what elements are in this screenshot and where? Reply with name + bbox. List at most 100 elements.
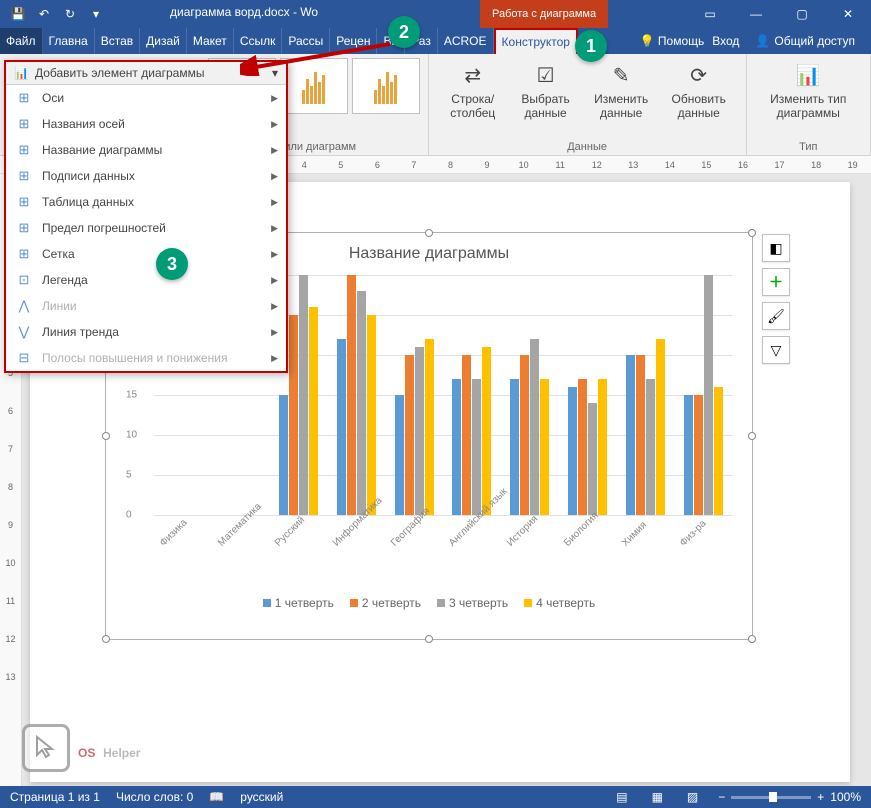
resize-handle[interactable] [425,635,433,643]
minimize-icon[interactable]: — [733,0,779,28]
menu-item-label: Названия осей [42,117,125,131]
chart-element-icon: 📊 [14,66,29,80]
chart-x-labels: ФизикаМатематикаРусскийИнформатикаГеогра… [154,521,732,552]
menu-item[interactable]: ⊡Легенда▶ [6,267,286,293]
submenu-arrow-icon: ▶ [271,275,278,286]
ribbon-group-data: ⇄Строка/ столбец ☑Выбрать данные ✎Измени… [429,54,747,155]
ribbon-tabs: Файл Главна Встав Дизай Макет Ссылк Расс… [0,28,871,54]
menu-item-label: Подписи данных [42,169,135,183]
annotation-arrow [240,36,400,76]
resize-handle[interactable] [102,635,110,643]
resize-handle[interactable] [102,432,110,440]
cursor-icon [22,724,70,772]
quick-access-toolbar: 💾 ↶ ↻ ▾ [0,4,106,24]
menu-item-icon: ⊞ [16,142,32,158]
menu-item-label: Название диаграммы [42,143,162,157]
menu-item-icon: ⊟ [16,350,32,366]
login-link[interactable]: Вход [712,34,739,48]
submenu-arrow-icon: ▶ [271,301,278,312]
tab-file[interactable]: Файл [0,28,43,54]
view-read-icon[interactable]: ▤ [612,790,631,804]
add-chart-element-label: Добавить элемент диаграммы [35,66,205,80]
undo-icon[interactable]: ↶ [34,4,54,24]
redo-icon[interactable]: ↻ [60,4,80,24]
resize-handle[interactable] [425,229,433,237]
titlebar: 💾 ↶ ↻ ▾ диаграмма ворд.docx - Wo Работа … [0,0,871,28]
tab-layout[interactable]: Макет [187,28,234,54]
tab-home[interactable]: Главна [43,28,95,54]
ribbon-options-icon[interactable]: ▭ [687,0,733,28]
submenu-arrow-icon: ▶ [271,197,278,208]
menu-item[interactable]: ⊞ Подписи данных ▶ [6,163,286,189]
menu-item[interactable]: ⊞Сетка▶ [6,241,286,267]
menu-item-icon: ⊞ [16,168,32,184]
resize-handle[interactable] [748,432,756,440]
share-button[interactable]: 👤 Общий доступ [747,34,863,48]
save-icon[interactable]: 💾 [8,4,28,24]
zoom-out-icon[interactable]: − [718,790,725,804]
document-title: диаграмма ворд.docx - Wo [170,5,318,19]
menu-item[interactable]: ⊞ Названия осей ▶ [6,111,286,137]
change-chart-type-button[interactable]: 📊Изменить тип диаграммы [755,58,863,125]
close-icon[interactable]: ✕ [825,0,871,28]
submenu-arrow-icon: ▶ [271,223,278,234]
chart-layout-icon[interactable]: ◧ [762,234,790,262]
qat-more-icon[interactable]: ▾ [86,4,106,24]
refresh-data-button[interactable]: ⟳Обновить данные [660,58,738,125]
submenu-arrow-icon: ▶ [271,119,278,130]
menu-item-icon: ⊞ [16,220,32,236]
watermark-text: OS Helper [78,732,140,764]
zoom-in-icon[interactable]: + [817,790,824,804]
submenu-arrow-icon: ▶ [271,145,278,156]
resize-handle[interactable] [748,229,756,237]
menu-item: ⋀Линии▶ [6,293,286,319]
tab-acrobat[interactable]: ACROE [438,28,494,54]
menu-item-icon: ⊞ [16,116,32,132]
zoom-control[interactable]: − + 100% [718,790,861,804]
menu-item-label: Таблица данных [42,195,134,209]
chart-floating-tools: ◧ ＋ 🖌 ▽ [762,234,790,364]
help-link[interactable]: 💡 Помощь [640,34,705,48]
chart-legend[interactable]: 1 четверть2 четверть3 четверть4 четверть [106,596,752,610]
spellcheck-icon[interactable]: 📖 [209,790,224,804]
zoom-value[interactable]: 100% [830,790,861,804]
tab-design[interactable]: Дизай [140,28,187,54]
menu-item-icon: ⊞ [16,90,32,106]
submenu-arrow-icon: ▶ [271,249,278,260]
menu-item[interactable]: ⊞Таблица данных▶ [6,189,286,215]
menu-item-icon: ⋁ [16,324,32,340]
menu-item[interactable]: ⊞Оси▶ [6,85,286,111]
select-data-button[interactable]: ☑Выбрать данные [509,58,583,125]
add-chart-element-menu: 📊 Добавить элемент диаграммы ▾ ⊞Оси▶⊞Наз… [4,60,288,373]
resize-handle[interactable] [748,635,756,643]
menu-item-label: Легенда [42,273,88,287]
annotation-callout-3: 3 [156,248,188,280]
maximize-icon[interactable]: ▢ [779,0,825,28]
view-print-icon[interactable]: ▦ [648,790,667,804]
page-indicator[interactable]: Страница 1 из 1 [10,790,100,804]
menu-item[interactable]: ⊞Предел погрешностей▶ [6,215,286,241]
zoom-slider[interactable] [731,796,811,799]
menu-item-label: Полосы повышения и понижения [42,351,228,365]
chart-elements-icon[interactable]: ＋ [762,268,790,296]
word-count[interactable]: Число слов: 0 [116,790,193,804]
menu-item-icon: ⊞ [16,246,32,262]
tab-insert[interactable]: Встав [95,28,140,54]
menu-item-label: Оси [42,91,64,105]
menu-item-label: Линия тренда [42,325,119,339]
chart-styles-icon[interactable]: 🖌 [762,302,790,330]
submenu-arrow-icon: ▶ [271,171,278,182]
chart-filter-icon[interactable]: ▽ [762,336,790,364]
window-controls: ▭ — ▢ ✕ [687,0,871,28]
view-web-icon[interactable]: ▨ [683,790,702,804]
menu-item: ⊟Полосы повышения и понижения▶ [6,345,286,371]
language-indicator[interactable]: русский [240,790,283,804]
group-label: Тип [799,141,817,153]
tab-constructor[interactable]: Конструктор [494,28,578,54]
submenu-arrow-icon: ▶ [271,327,278,338]
group-label: Данные [567,141,607,153]
edit-data-button[interactable]: ✎Изменить данные [582,58,659,125]
menu-item[interactable]: ⊞ Название диаграммы ▶ [6,137,286,163]
swap-row-col-button[interactable]: ⇄Строка/ столбец [437,58,509,125]
menu-item[interactable]: ⋁ Линия тренда ▶ [6,319,286,345]
